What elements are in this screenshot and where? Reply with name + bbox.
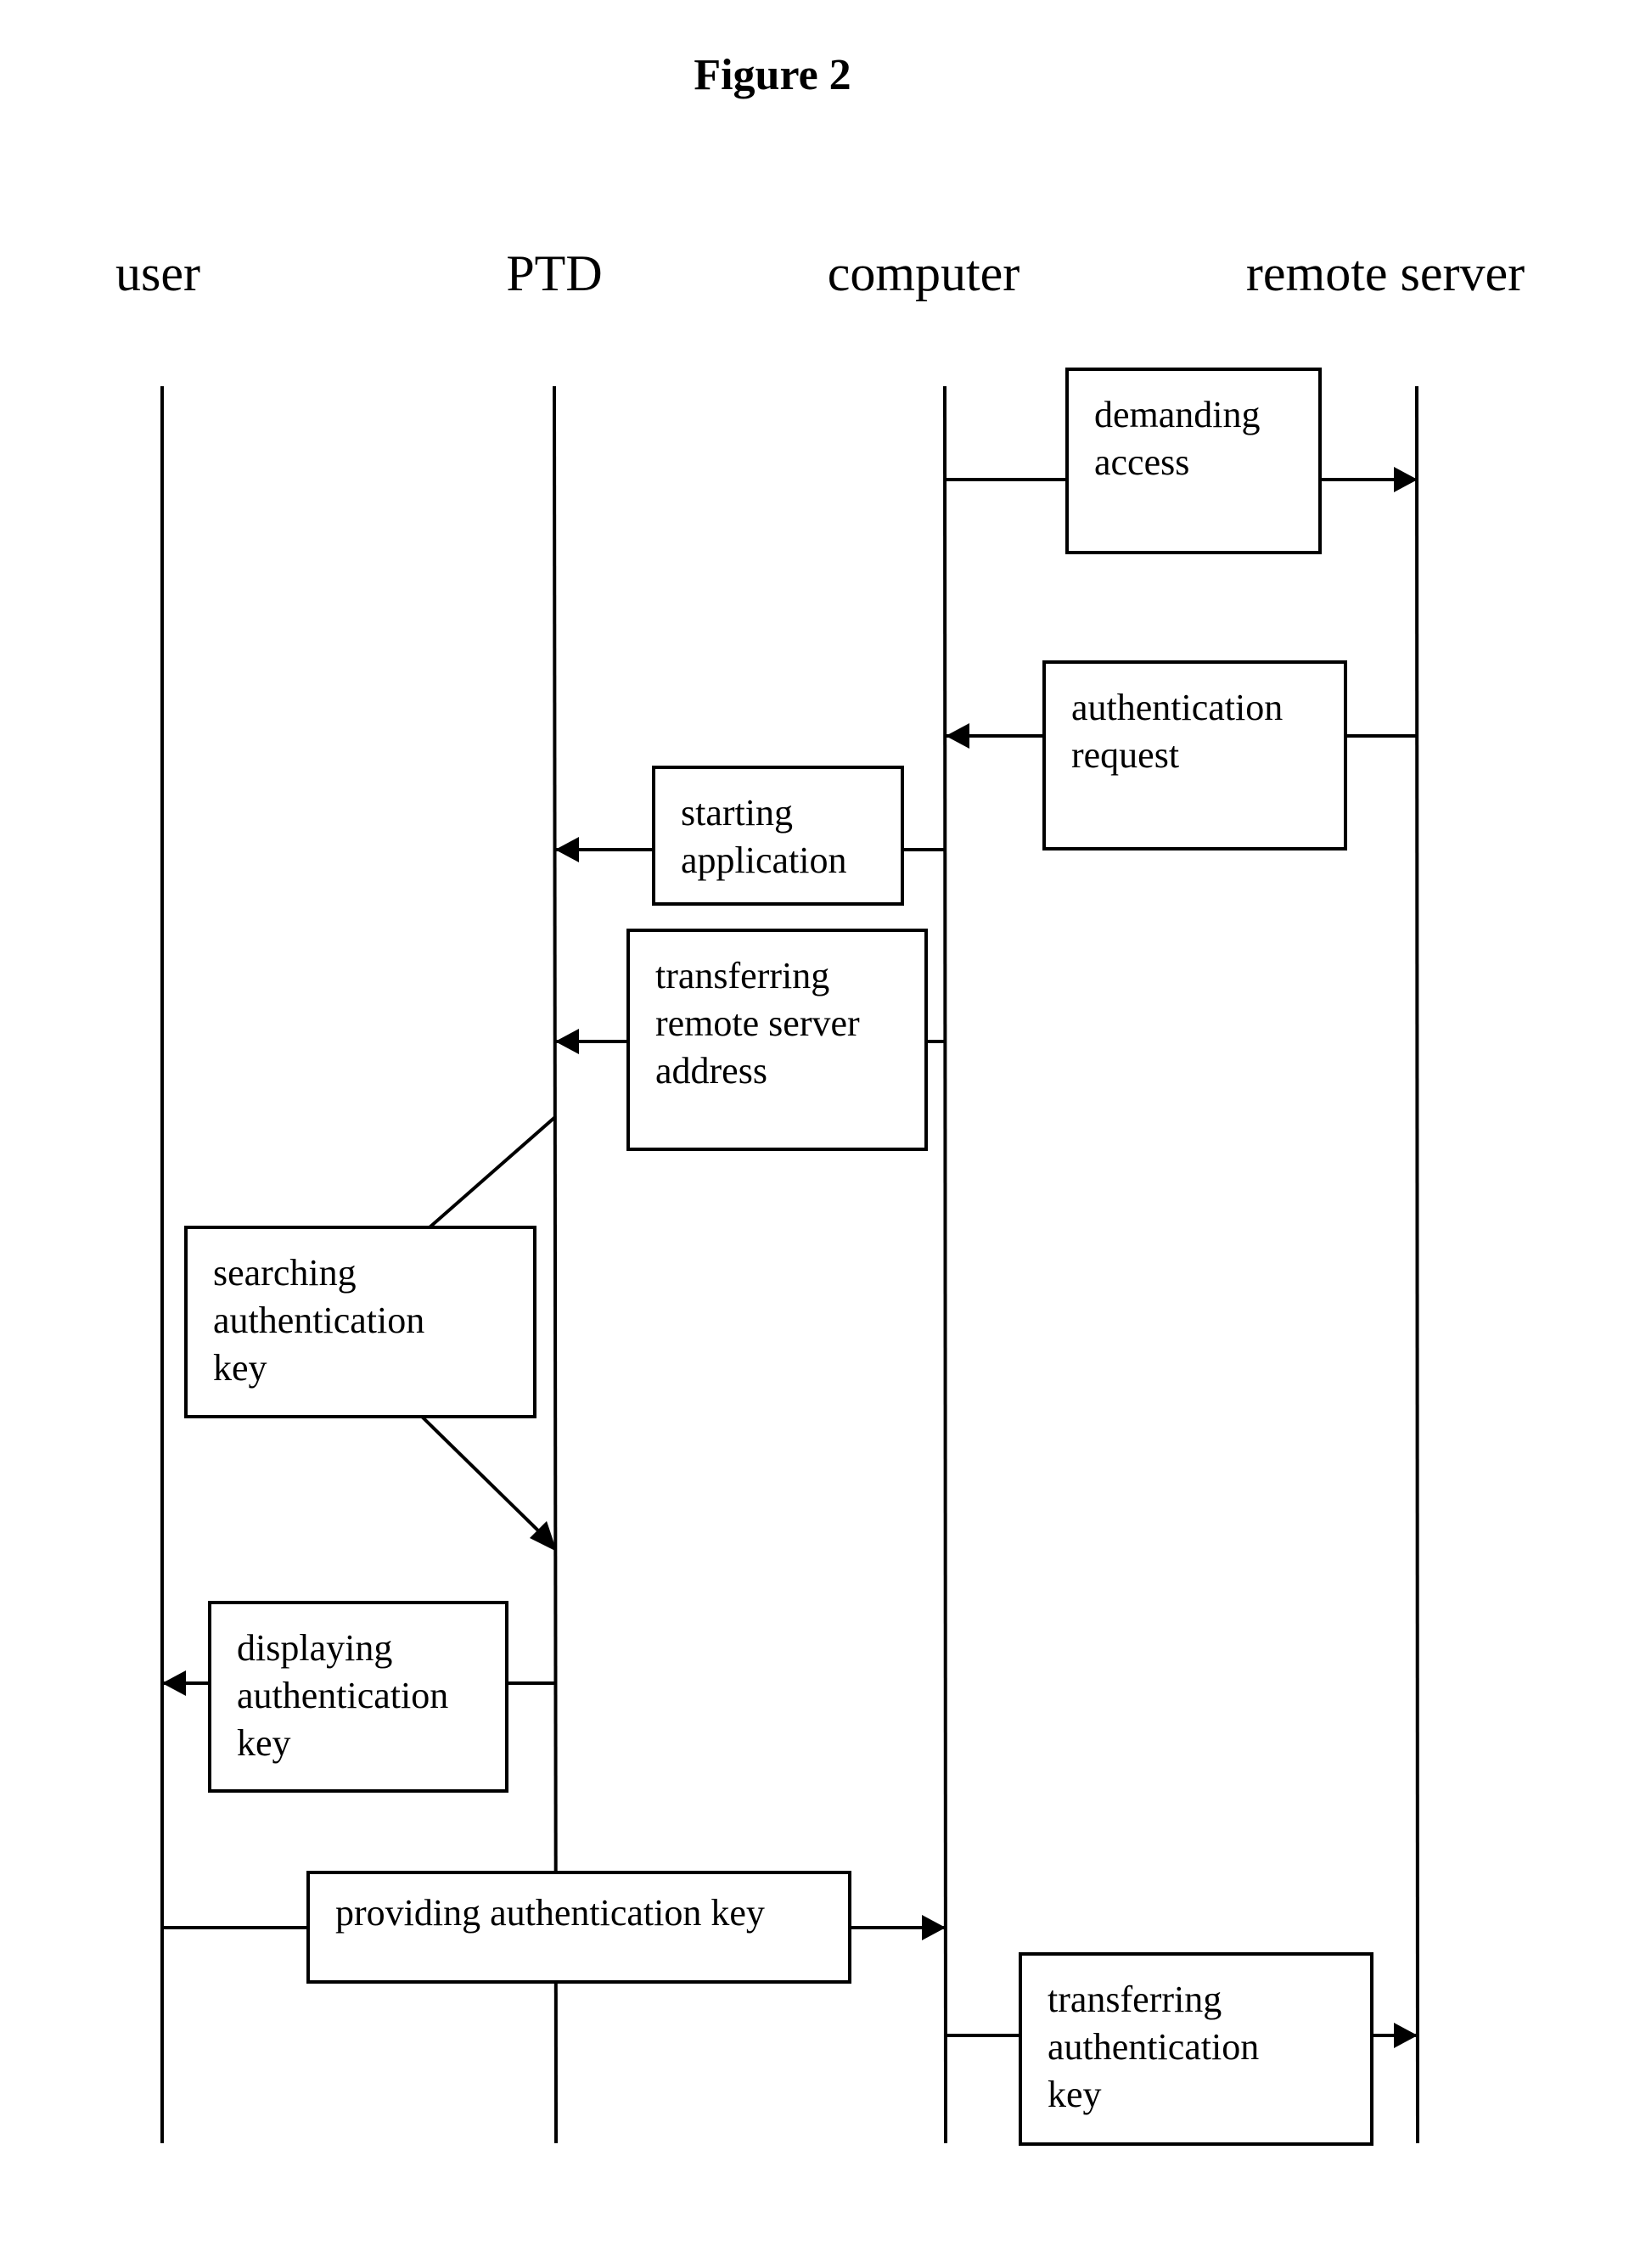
message-6: displaying authentication key: [162, 1601, 555, 1793]
actor-label-user: user: [115, 245, 200, 301]
message-label-line: authentication: [237, 1675, 448, 1716]
message-label-line: searching: [213, 1252, 357, 1294]
message-label-line: request: [1071, 734, 1179, 776]
sequence-diagram: Figure 2 user PTD computer remote server…: [115, 51, 1525, 2146]
self-call-line-out: [428, 1115, 557, 1229]
self-call-line-return: [420, 1415, 550, 1542]
message-label-line: authentication: [213, 1300, 424, 1341]
message-label-line: transferring: [1048, 1979, 1222, 2020]
lifeline-server: [1415, 385, 1419, 2144]
arrowhead-icon: [1394, 467, 1418, 492]
figure-title: Figure 2: [694, 51, 851, 99]
message-1: demanding access: [946, 368, 1418, 554]
arrowhead-icon: [922, 1915, 946, 1940]
message-label-line: displaying: [237, 1627, 392, 1669]
message-label-line: demanding: [1094, 394, 1261, 435]
message-label-line: authentication: [1048, 2026, 1259, 2068]
arrowhead-icon: [946, 723, 969, 749]
message-5: searching authentication key: [184, 1115, 557, 1552]
message-label-line: application: [681, 839, 847, 881]
message-label-line: starting: [681, 792, 793, 834]
actor-label-computer: computer: [828, 245, 1020, 301]
message-7: providing authentication key: [162, 1871, 946, 1984]
message-2: authentication request: [946, 660, 1418, 850]
message-label-line: remote server: [655, 1002, 860, 1044]
message-label-line: access: [1094, 441, 1189, 483]
message-label-line: authentication: [1071, 687, 1283, 728]
message-8: transferring authentication key: [946, 1952, 1418, 2146]
actor-label-server: remote server: [1246, 245, 1525, 301]
message-label-line: transferring: [655, 955, 829, 996]
arrowhead-icon: [555, 1029, 579, 1054]
message-label-line: address: [655, 1050, 767, 1092]
message-label-line: key: [213, 1347, 267, 1389]
message-label-line: key: [1048, 2074, 1102, 2115]
arrowhead-icon: [1394, 2023, 1418, 2048]
actor-label-ptd: PTD: [506, 245, 602, 301]
message-label-line: key: [237, 1722, 291, 1764]
message-4: transferring remote server address: [555, 929, 946, 1151]
arrowhead-icon: [555, 837, 579, 862]
message-box: [652, 766, 904, 906]
arrowhead-icon: [162, 1670, 186, 1696]
message-label-line: providing authentication key: [335, 1892, 765, 1934]
message-3: starting application: [555, 766, 946, 906]
lifeline-computer: [943, 385, 947, 2144]
